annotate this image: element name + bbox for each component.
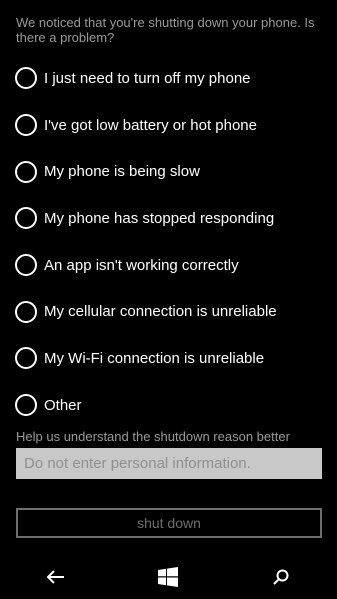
option-not-responding[interactable]: My phone has stopped responding [15, 195, 325, 242]
option-label: My cellular connection is unreliable [44, 303, 277, 321]
option-wifi-unreliable[interactable]: My Wi-Fi connection is unreliable [15, 335, 325, 382]
shutdown-button[interactable]: shut down [16, 508, 322, 538]
option-turn-off[interactable]: I just need to turn off my phone [15, 55, 325, 102]
option-label: An app isn't working correctly [44, 256, 239, 274]
search-icon [273, 569, 289, 590]
radio-button[interactable] [15, 394, 37, 417]
shutdown-feedback-screen: We noticed that you're shutting down you… [0, 0, 337, 599]
option-label: My phone is being slow [44, 163, 200, 181]
radio-button[interactable] [15, 160, 37, 183]
reason-options: I just need to turn off my phone I've go… [15, 55, 325, 429]
option-cellular-unreliable[interactable]: My cellular connection is unreliable [15, 288, 325, 335]
option-app-not-working[interactable]: An app isn't working correctly [15, 242, 325, 289]
shutdown-prompt: We noticed that you're shutting down you… [16, 15, 315, 45]
option-label: I just need to turn off my phone [44, 69, 251, 87]
search-button[interactable] [257, 559, 305, 599]
reason-input[interactable] [16, 448, 322, 479]
option-slow[interactable]: My phone is being slow [15, 148, 325, 195]
reason-hint: Help us understand the shutdown reason b… [16, 429, 290, 444]
radio-button[interactable] [15, 114, 37, 137]
back-arrow-icon [46, 569, 65, 589]
option-other[interactable]: Other [15, 382, 325, 429]
radio-button[interactable] [15, 254, 37, 277]
radio-button[interactable] [15, 67, 37, 90]
option-label: Other [44, 396, 82, 414]
option-label: I've got low battery or hot phone [44, 116, 257, 134]
option-label: My Wi-Fi connection is unreliable [44, 349, 265, 367]
radio-button[interactable] [15, 347, 37, 370]
navigation-bar [0, 559, 337, 599]
back-button[interactable] [32, 559, 80, 599]
windows-logo-icon [158, 566, 179, 592]
option-label: My phone has stopped responding [44, 209, 275, 227]
radio-button[interactable] [15, 300, 37, 323]
option-low-battery[interactable]: I've got low battery or hot phone [15, 102, 325, 149]
start-button[interactable] [144, 559, 192, 599]
radio-button[interactable] [15, 207, 37, 230]
